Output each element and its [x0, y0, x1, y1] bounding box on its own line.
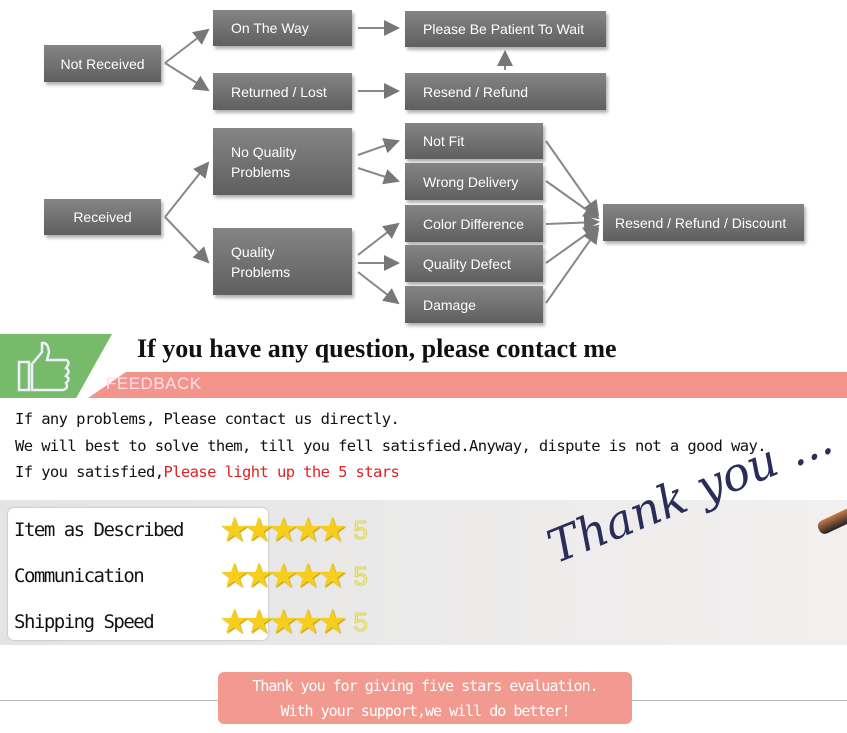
star-rating: ★★★★★ — [219, 556, 347, 596]
feedback-label: FEEDBACK — [106, 374, 202, 393]
node-resend-refund: Resend / Refund — [405, 73, 606, 110]
rating-panel: Item as Described ★★★★★ 5 Communication … — [0, 500, 847, 645]
arrow — [357, 138, 400, 156]
star-icon: ★ — [316, 557, 348, 595]
node-on-the-way: On The Way — [213, 10, 352, 46]
arrow — [357, 222, 400, 256]
rating-card: Item as Described ★★★★★ 5 Communication … — [8, 508, 368, 641]
node-quality-problems: Quality Problems — [213, 228, 352, 295]
rating-score: 5 — [353, 560, 369, 591]
arrow — [545, 180, 600, 220]
node-please-wait: Please Be Patient To Wait — [405, 11, 606, 47]
thank-you-note: Thank you for giving five stars evaluati… — [218, 672, 632, 724]
rating-score: 5 — [353, 514, 369, 545]
contact-title: If you have any question, please contact… — [137, 334, 617, 363]
rating-label: Item as Described — [14, 519, 184, 541]
rating-row: Shipping Speed ★★★★★ 5 — [14, 602, 368, 642]
arrow — [164, 161, 210, 218]
arrow — [164, 28, 210, 64]
node-color-difference: Color Difference — [405, 205, 543, 242]
rating-row: Communication ★★★★★ 5 — [14, 556, 368, 596]
rating-label: Shipping Speed — [14, 611, 155, 633]
arrow — [545, 214, 600, 231]
arrow — [357, 167, 400, 185]
rating-score: 5 — [353, 606, 369, 637]
arrow — [164, 62, 210, 92]
node-not-received: Not Received — [44, 45, 161, 82]
arrow — [545, 224, 600, 264]
star-icon: ★ — [316, 511, 348, 549]
node-received: Received — [44, 199, 161, 235]
node-resend-refund-discount: Resend / Refund / Discount — [603, 204, 804, 241]
message-line-1: If any problems, Please contact us direc… — [15, 410, 400, 428]
thank-you-line-2: With your support,we will do better! — [280, 702, 570, 720]
node-quality-defect: Quality Defect — [405, 245, 543, 282]
star-rating: ★★★★★ — [219, 602, 347, 642]
arrow — [545, 227, 600, 304]
star-icon: ★ — [316, 603, 348, 641]
node-not-fit: Not Fit — [405, 123, 543, 159]
star-rating: ★★★★★ — [219, 510, 347, 550]
pen-icon — [815, 506, 847, 536]
message-line-2: We will best to solve them, till you fel… — [15, 437, 767, 455]
node-no-quality-problems: No Quality Problems — [213, 128, 352, 195]
message-line-3: If you satisfied,Please light up the 5 s… — [15, 463, 400, 481]
arrow — [545, 140, 600, 217]
node-returned-lost: Returned / Lost — [213, 73, 352, 110]
thumbs-up-icon — [17, 341, 70, 392]
rating-row: Item as Described ★★★★★ 5 — [14, 510, 368, 550]
node-damage: Damage — [405, 286, 543, 323]
arrow — [164, 216, 210, 264]
message-line-3-prefix: If you satisfied, — [15, 463, 164, 481]
rating-label: Communication — [14, 565, 145, 587]
node-wrong-delivery: Wrong Delivery — [405, 163, 543, 200]
thank-you-line-1: Thank you for giving five stars evaluati… — [252, 677, 598, 695]
stars-request: Please light up the 5 stars — [163, 463, 400, 481]
arrow — [357, 271, 400, 305]
